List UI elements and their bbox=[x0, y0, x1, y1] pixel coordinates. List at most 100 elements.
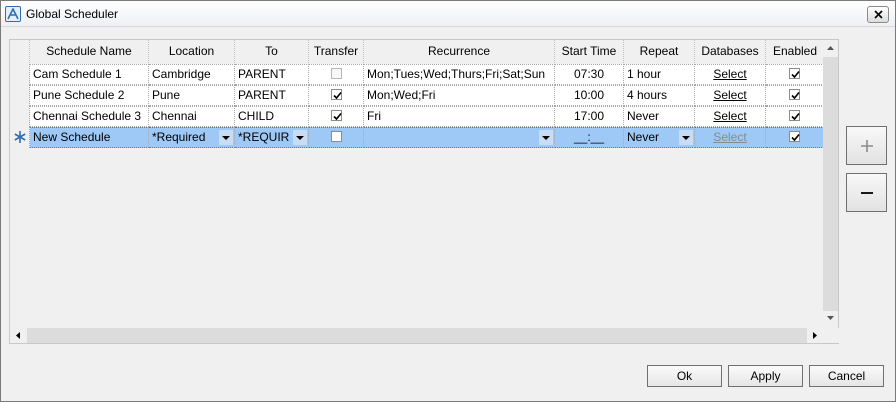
row-header-corner bbox=[10, 40, 30, 63]
start-time-cell[interactable]: 10:00 bbox=[555, 85, 624, 106]
transfer-checkbox[interactable] bbox=[330, 89, 342, 101]
scroll-right-icon[interactable] bbox=[813, 332, 817, 339]
location-cell[interactable]: Chennai bbox=[149, 106, 235, 127]
transfer-checkbox[interactable] bbox=[330, 110, 342, 122]
schedule-name-cell[interactable]: Cam Schedule 1 bbox=[30, 64, 149, 85]
transfer-cell bbox=[309, 106, 364, 127]
start-time-cell[interactable]: 17:00 bbox=[555, 106, 624, 127]
to-cell[interactable]: CHILD bbox=[235, 106, 309, 127]
transfer-checkbox[interactable] bbox=[330, 131, 342, 143]
repeat-cell[interactable]: 1 hour bbox=[624, 64, 695, 85]
transfer-cell bbox=[309, 127, 364, 148]
to-dropdown[interactable]: *REQUIR bbox=[235, 127, 309, 148]
col-repeat[interactable]: Repeat bbox=[624, 40, 695, 63]
recurrence-cell[interactable]: Mon;Wed;Fri bbox=[364, 85, 555, 106]
enabled-checkbox[interactable] bbox=[789, 131, 800, 143]
col-recurrence[interactable]: Recurrence bbox=[364, 40, 555, 63]
location-cell[interactable]: Cambridge bbox=[149, 64, 235, 85]
col-databases[interactable]: Databases bbox=[695, 40, 766, 63]
databases-cell: Select bbox=[695, 64, 766, 85]
location-value: *Required bbox=[152, 130, 206, 144]
enabled-cell bbox=[766, 127, 824, 148]
col-transfer[interactable]: Transfer bbox=[309, 40, 364, 63]
vertical-scrollbar[interactable] bbox=[823, 40, 838, 328]
scroll-left-icon[interactable] bbox=[16, 332, 20, 339]
to-value: *REQUIR bbox=[238, 130, 290, 144]
enabled-cell bbox=[766, 64, 824, 85]
databases-select-link[interactable]: Select bbox=[713, 88, 746, 102]
check-icon bbox=[791, 134, 800, 142]
enabled-cell bbox=[766, 106, 824, 127]
schedule-name-cell[interactable]: Chennai Schedule 3 bbox=[30, 106, 149, 127]
schedule-name-cell[interactable]: Pune Schedule 2 bbox=[30, 85, 149, 106]
title-bar: Global Scheduler bbox=[1, 1, 895, 27]
databases-select-link[interactable]: Select bbox=[713, 109, 746, 123]
check-icon bbox=[791, 92, 800, 100]
close-icon bbox=[874, 10, 883, 19]
horizontal-scrollbar[interactable] bbox=[10, 328, 840, 343]
transfer-checkbox[interactable] bbox=[330, 68, 342, 80]
global-scheduler-window: Global Scheduler Schedule Name Location … bbox=[0, 0, 896, 402]
check-icon bbox=[332, 92, 342, 100]
recurrence-dropdown-button[interactable] bbox=[539, 130, 553, 145]
row-header[interactable] bbox=[10, 127, 30, 148]
enabled-checkbox[interactable] bbox=[789, 89, 800, 101]
add-schedule-button[interactable] bbox=[846, 126, 887, 165]
enabled-checkbox[interactable] bbox=[789, 110, 800, 122]
check-icon bbox=[332, 113, 342, 121]
enabled-checkbox[interactable] bbox=[789, 68, 800, 80]
col-to[interactable]: To bbox=[235, 40, 309, 63]
databases-select-link[interactable]: Select bbox=[713, 130, 746, 144]
col-start-time[interactable]: Start Time bbox=[555, 40, 624, 63]
col-enabled[interactable]: Enabled bbox=[766, 40, 824, 63]
vertical-scroll-track[interactable] bbox=[823, 57, 838, 311]
minus-icon bbox=[861, 192, 873, 194]
app-icon bbox=[5, 6, 21, 22]
close-button[interactable] bbox=[867, 6, 889, 23]
repeat-value: Never bbox=[627, 130, 660, 144]
scroll-up-icon[interactable] bbox=[827, 46, 834, 50]
check-icon bbox=[791, 71, 800, 79]
databases-select-link[interactable]: Select bbox=[713, 67, 746, 81]
remove-schedule-button[interactable] bbox=[846, 173, 887, 212]
location-cell[interactable]: Pune bbox=[149, 85, 235, 106]
horizontal-scroll-track[interactable] bbox=[27, 328, 807, 343]
recurrence-dropdown[interactable] bbox=[364, 127, 555, 148]
apply-button[interactable]: Apply bbox=[728, 365, 803, 387]
repeat-cell[interactable]: 4 hours bbox=[624, 85, 695, 106]
location-dropdown[interactable]: *Required bbox=[149, 127, 235, 148]
new-schedule-row[interactable]: New Schedule *Required *REQUIR __:__ Nev… bbox=[10, 127, 824, 148]
table-row[interactable]: Cam Schedule 1 Cambridge PARENT Mon;Tues… bbox=[10, 64, 824, 85]
table-row[interactable]: Chennai Schedule 3 Chennai CHILD Fri 17:… bbox=[10, 106, 824, 127]
row-header[interactable] bbox=[10, 64, 30, 85]
new-row-star-icon bbox=[14, 131, 26, 143]
row-header[interactable] bbox=[10, 106, 30, 127]
schedule-name-input[interactable]: New Schedule bbox=[30, 127, 149, 148]
table-row[interactable]: Pune Schedule 2 Pune PARENT Mon;Wed;Fri … bbox=[10, 85, 824, 106]
cancel-button[interactable]: Cancel bbox=[809, 365, 884, 387]
start-time-input[interactable]: __:__ bbox=[555, 127, 624, 148]
chevron-down-icon bbox=[222, 136, 230, 140]
transfer-cell bbox=[309, 85, 364, 106]
databases-cell: Select bbox=[695, 85, 766, 106]
repeat-dropdown-button[interactable] bbox=[679, 130, 693, 145]
col-schedule-name[interactable]: Schedule Name bbox=[30, 40, 149, 63]
scroll-down-icon[interactable] bbox=[827, 316, 834, 320]
check-icon bbox=[791, 113, 800, 121]
chevron-down-icon bbox=[296, 136, 304, 140]
recurrence-cell[interactable]: Fri bbox=[364, 106, 555, 127]
to-dropdown-button[interactable] bbox=[293, 130, 307, 145]
chevron-down-icon bbox=[542, 136, 550, 140]
start-time-cell[interactable]: 07:30 bbox=[555, 64, 624, 85]
to-cell[interactable]: PARENT bbox=[235, 85, 309, 106]
repeat-cell[interactable]: Never bbox=[624, 106, 695, 127]
recurrence-cell[interactable]: Mon;Tues;Wed;Thurs;Fri;Sat;Sun bbox=[364, 64, 555, 85]
row-header[interactable] bbox=[10, 85, 30, 106]
repeat-dropdown[interactable]: Never bbox=[624, 127, 695, 148]
location-dropdown-button[interactable] bbox=[219, 130, 233, 145]
col-location[interactable]: Location bbox=[149, 40, 235, 63]
to-cell[interactable]: PARENT bbox=[235, 64, 309, 85]
ok-button[interactable]: Ok bbox=[647, 365, 722, 387]
schedule-grid: Schedule Name Location To Transfer Recur… bbox=[9, 39, 840, 344]
enabled-cell bbox=[766, 85, 824, 106]
